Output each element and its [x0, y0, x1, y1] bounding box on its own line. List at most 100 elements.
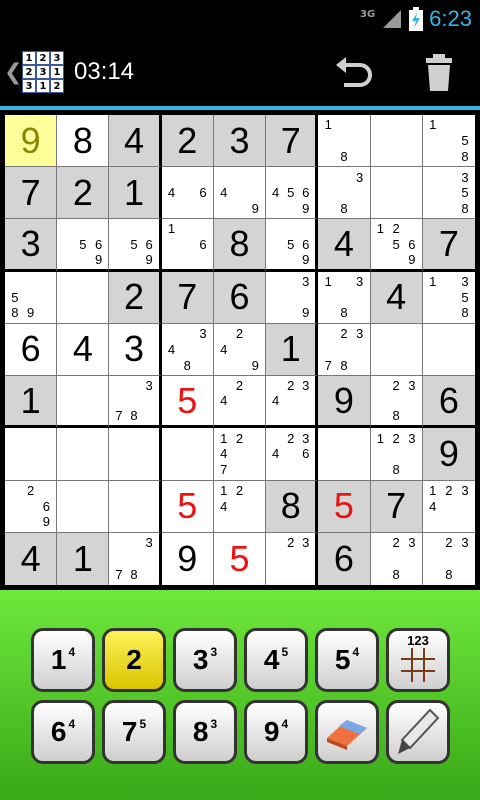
digit-key-5[interactable]: 54: [315, 628, 379, 692]
board-cell[interactable]: 7: [5, 167, 58, 220]
board-cell[interactable]: 7: [370, 480, 423, 533]
board-cell[interactable]: 8: [266, 480, 319, 533]
board-cell[interactable]: 23 4: [266, 376, 319, 429]
board-cell[interactable]: [57, 271, 110, 324]
board-cell[interactable]: 4: [370, 271, 423, 324]
digit-key-8[interactable]: 83: [173, 700, 237, 764]
board-cell[interactable]: 2: [161, 115, 214, 168]
board-cell[interactable]: [370, 167, 423, 220]
board-cell[interactable]: 24 9: [213, 323, 267, 377]
board-cell[interactable]: 3 48: [161, 323, 214, 377]
board-cell[interactable]: 23 78: [318, 323, 371, 377]
board-cell[interactable]: 1 358: [422, 272, 475, 324]
board-cell[interactable]: 23 4 6: [266, 428, 319, 481]
board-cell[interactable]: 9: [422, 428, 475, 481]
digit-key-1[interactable]: 14: [31, 628, 95, 692]
board-cell[interactable]: 569: [57, 219, 110, 272]
board-cell[interactable]: 1 38: [318, 271, 371, 324]
board-cell[interactable]: 238: [370, 376, 423, 429]
board-cell[interactable]: [5, 428, 58, 481]
board-cell[interactable]: 24: [213, 376, 267, 429]
board-cell[interactable]: 1: [109, 167, 162, 220]
erase-button[interactable]: [315, 700, 379, 764]
delete-button[interactable]: [424, 54, 454, 92]
board-cell[interactable]: 589: [5, 271, 58, 324]
digit-key-9[interactable]: 94: [244, 700, 308, 764]
board-cell[interactable]: 6: [422, 376, 475, 429]
board-cell[interactable]: 4: [5, 532, 58, 585]
cell-note: 3: [145, 378, 153, 394]
board-cell[interactable]: 4: [57, 323, 110, 377]
board-cell[interactable]: 8: [57, 115, 110, 168]
board-cell[interactable]: 1: [57, 532, 110, 585]
board-cell[interactable]: 1247: [213, 428, 267, 481]
board-cell[interactable]: [161, 428, 214, 481]
board-cell[interactable]: 3 78: [109, 376, 162, 429]
board-cell[interactable]: 3: [5, 219, 58, 272]
pencil-button[interactable]: [386, 700, 450, 764]
board-cell[interactable]: 124: [213, 480, 267, 533]
board-cell[interactable]: 5: [214, 532, 267, 585]
board-cell[interactable]: [370, 323, 423, 377]
board-cell[interactable]: 3: [213, 115, 267, 168]
board-cell[interactable]: 7: [161, 271, 214, 324]
board-cell[interactable]: [318, 428, 371, 481]
cell-value: 5: [177, 379, 198, 421]
undo-button[interactable]: [334, 56, 374, 90]
board-cell[interactable]: 46: [161, 167, 214, 220]
digit-key-6[interactable]: 64: [31, 700, 95, 764]
board-cell[interactable]: 7: [422, 219, 475, 272]
board-cell[interactable]: 269: [5, 480, 58, 533]
digit-key-4[interactable]: 45: [244, 628, 308, 692]
board-cell[interactable]: 1 58: [422, 115, 475, 168]
board-cell[interactable]: 5: [318, 480, 371, 533]
board-cell[interactable]: 1: [266, 323, 319, 377]
board-cell[interactable]: [109, 480, 162, 533]
board-cell[interactable]: 39: [266, 271, 319, 324]
digit-key-2[interactable]: 2: [102, 628, 166, 692]
board-cell[interactable]: 38: [318, 167, 371, 220]
board-cell[interactable]: 4569: [266, 167, 319, 220]
board-cell[interactable]: 2: [109, 271, 162, 324]
board-cell[interactable]: 4: [109, 115, 162, 168]
digit-key-3[interactable]: 33: [173, 628, 237, 692]
board-cell[interactable]: 3 78: [109, 532, 162, 585]
board-cell[interactable]: 2: [57, 167, 110, 220]
board-cell[interactable]: 12569: [370, 219, 423, 272]
notes-mode-button[interactable]: 123: [386, 628, 450, 692]
board-cell[interactable]: [109, 428, 162, 481]
board-cell[interactable]: 569: [109, 219, 162, 272]
board-cell[interactable]: 5: [161, 480, 214, 533]
board-cell[interactable]: 6: [318, 532, 371, 585]
board-cell[interactable]: 7: [266, 115, 319, 168]
board-cell[interactable]: 1: [5, 376, 58, 429]
board-cell[interactable]: 358: [422, 167, 475, 220]
board-cell[interactable]: 569: [266, 219, 319, 272]
board-cell[interactable]: 238: [371, 532, 423, 585]
board-cell[interactable]: 23: [266, 532, 319, 585]
board-cell[interactable]: 5: [161, 376, 214, 429]
board-cell[interactable]: 9: [318, 376, 371, 429]
board-cell[interactable]: 6: [213, 271, 267, 324]
board-cell[interactable]: 9: [5, 115, 58, 168]
cell-notes: 24: [216, 378, 263, 423]
board-cell[interactable]: 4: [318, 219, 371, 272]
board-cell[interactable]: 16: [161, 219, 214, 272]
cell-note: 6: [145, 236, 153, 252]
board-cell[interactable]: [57, 376, 110, 429]
digit-key-7[interactable]: 75: [102, 700, 166, 764]
board-cell[interactable]: [370, 115, 423, 168]
board-cell[interactable]: 123 4: [422, 481, 475, 533]
board-cell[interactable]: [57, 428, 110, 481]
app-logo-icon[interactable]: 123231312: [20, 49, 66, 95]
board-cell[interactable]: 18: [318, 115, 371, 168]
board-cell[interactable]: 9: [162, 532, 214, 585]
board-cell[interactable]: 8: [213, 219, 267, 272]
board-cell[interactable]: [57, 480, 110, 533]
board-cell[interactable]: 3: [109, 323, 162, 377]
board-cell[interactable]: 1238: [370, 428, 423, 481]
board-cell[interactable]: 6: [5, 323, 58, 377]
board-cell[interactable]: 49: [213, 167, 267, 220]
board-cell[interactable]: 238: [423, 533, 475, 585]
board-cell[interactable]: [422, 324, 475, 377]
